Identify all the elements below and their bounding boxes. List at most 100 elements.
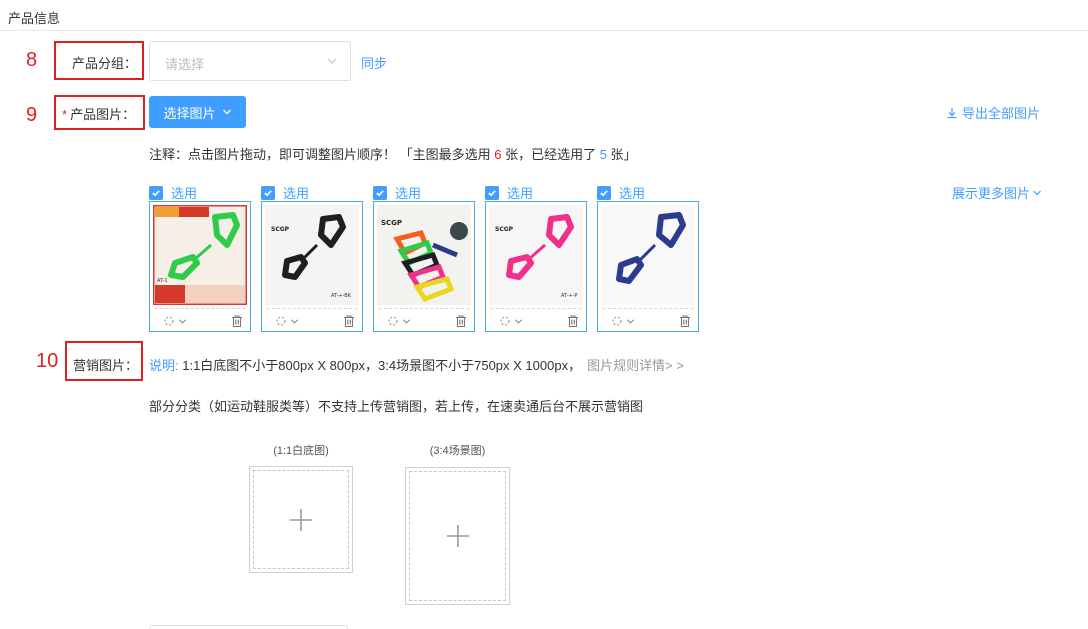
sync-link[interactable]: 同步 <box>361 53 387 72</box>
next-field-input[interactable] <box>149 625 348 629</box>
marketing-note: 说明: 1:1白底图不小于800px X 800px，3:4场景图不小于750p… <box>149 355 684 374</box>
thumb-checkbox-label: 选用 <box>283 186 310 201</box>
section-header: 产品信息 <box>0 0 1088 31</box>
group-label: 产品分组： <box>72 56 138 71</box>
delete-image-button[interactable] <box>342 314 356 331</box>
thumb-divider <box>155 308 245 309</box>
step-number-10: 10 <box>36 350 59 372</box>
show-more-label: 展示更多图片 <box>952 186 1031 201</box>
trash-icon <box>680 315 690 328</box>
marketing-label: 营销图片： <box>73 358 139 373</box>
show-more-images-link[interactable]: 展示更多图片 <box>952 183 1042 202</box>
thumb-checkbox-2[interactable]: 选用 <box>261 183 309 202</box>
product-photo[interactable]: SCGP <box>377 205 471 305</box>
thumb-tools-dropdown[interactable] <box>610 314 635 328</box>
chevron-down-icon <box>626 318 635 324</box>
product-image-thumb-4[interactable]: SCGP AT-+-P <box>485 201 587 332</box>
svg-text:SCGP: SCGP <box>495 226 514 233</box>
checkbox-checked-icon[interactable] <box>597 185 611 200</box>
export-all-images-label: 导出全部图片 <box>962 106 1041 121</box>
thumb-divider <box>267 308 357 309</box>
images-label: * 产品图片： <box>62 104 135 123</box>
magic-wand-icon <box>388 316 398 326</box>
thumb-tools-dropdown[interactable] <box>162 314 187 328</box>
trash-icon <box>344 315 354 328</box>
thumb-checkbox-5[interactable]: 选用 <box>597 183 645 202</box>
product-image-thumb-3[interactable]: SCGP <box>373 201 475 332</box>
upload-scene-image[interactable] <box>405 467 510 605</box>
checkbox-checked-icon[interactable] <box>149 185 163 200</box>
plus-icon <box>290 508 312 531</box>
checkbox-checked-icon[interactable] <box>373 185 387 200</box>
thumb-checkbox-label: 选用 <box>507 186 534 201</box>
checkbox-checked-icon[interactable] <box>485 185 499 200</box>
thumb-divider <box>603 308 693 309</box>
section-title: 产品信息 <box>8 11 61 26</box>
chevron-down-icon <box>290 318 299 324</box>
upload-caption-square: (1:1白底图) <box>273 445 329 457</box>
thumb-checkbox-1[interactable]: 选用 <box>149 183 197 202</box>
product-code: AT-+-P <box>561 293 577 299</box>
magic-wand-icon <box>500 316 510 326</box>
thumb-checkbox-4[interactable]: 选用 <box>485 183 533 202</box>
magic-wand-icon <box>164 316 174 326</box>
thumb-tools-dropdown[interactable] <box>386 314 411 328</box>
images-note-suffix: 张」 <box>606 147 637 162</box>
trash-icon <box>232 315 242 328</box>
chevron-down-icon <box>222 109 231 115</box>
chevron-down-icon <box>514 318 523 324</box>
thumb-checkbox-3[interactable]: 选用 <box>373 183 421 202</box>
group-select-placeholder: 请选择 <box>165 57 205 72</box>
images-note-prefix: 注释：点击图片拖动，即可调整图片顺序！ 「主图最多选用 <box>149 147 495 162</box>
magic-wand-icon <box>612 316 622 326</box>
download-icon <box>947 107 957 118</box>
marketing-note-category: 部分分类（如运动鞋服类等）不支持上传营销图，若上传，在速卖通后台不展示营销图 <box>149 399 644 414</box>
thumb-tools-dropdown[interactable] <box>274 314 299 328</box>
delete-image-button[interactable] <box>566 314 580 331</box>
product-photo[interactable]: AT-1 <box>153 205 247 305</box>
image-rules-link[interactable]: 图片规则详情> > <box>587 358 684 373</box>
product-photo[interactable]: SCGP AT-+-BK <box>265 205 359 305</box>
delete-image-button[interactable] <box>678 314 692 331</box>
step-number-8: 8 <box>26 49 38 71</box>
thumb-checkbox-label: 选用 <box>619 186 646 201</box>
images-label-text: 产品图片： <box>70 107 136 122</box>
magic-wand-icon <box>276 316 286 326</box>
thumb-checkbox-label: 选用 <box>171 186 198 201</box>
delete-image-button[interactable] <box>454 314 468 331</box>
used-image-count: 5 <box>599 147 607 162</box>
product-image-thumb-2[interactable]: SCGP AT-+-BK <box>261 201 363 332</box>
delete-image-button[interactable] <box>230 314 244 331</box>
thumb-checkbox-label: 选用 <box>395 186 422 201</box>
upload-caption-scene: (3:4场景图) <box>429 445 486 457</box>
checkbox-checked-icon[interactable] <box>261 185 275 200</box>
product-code: AT-+-BK <box>331 293 352 299</box>
chevron-down-icon <box>402 318 411 324</box>
images-note-mid: 张，已经选用了 <box>501 147 600 162</box>
product-photo[interactable] <box>601 205 695 305</box>
export-all-images-link[interactable]: 导出全部图片 <box>946 103 1040 122</box>
trash-icon <box>456 315 466 328</box>
chevron-down-icon <box>178 318 187 324</box>
product-photo[interactable]: SCGP AT-+-P <box>489 205 583 305</box>
product-image-thumb-1[interactable]: AT-1 <box>149 201 251 332</box>
marketing-note-key: 说明: <box>149 358 179 373</box>
trash-icon <box>568 315 578 328</box>
thumb-divider <box>379 308 469 309</box>
step-number-9: 9 <box>26 104 38 126</box>
marketing-note-text: 1:1白底图不小于800px X 800px，3:4场景图不小于750px X … <box>178 358 582 373</box>
thumb-tools-dropdown[interactable] <box>498 314 523 328</box>
product-image-thumb-5[interactable] <box>597 201 699 332</box>
select-images-label: 选择图片 <box>163 105 216 121</box>
thumb-divider <box>491 308 581 309</box>
select-images-button[interactable]: 选择图片 <box>149 96 246 128</box>
required-star: * <box>62 107 68 122</box>
images-note: 注释：点击图片拖动，即可调整图片顺序！ 「主图最多选用 6 张，已经选用了 5 … <box>149 144 637 163</box>
plus-icon <box>446 525 469 547</box>
group-select[interactable]: 请选择 <box>149 41 351 81</box>
product-code: AT-1 <box>157 278 168 284</box>
chevron-down-icon <box>327 58 337 64</box>
svg-text:SCGP: SCGP <box>271 226 290 233</box>
svg-text:SCGP: SCGP <box>381 219 402 227</box>
upload-square-image[interactable] <box>249 466 353 573</box>
